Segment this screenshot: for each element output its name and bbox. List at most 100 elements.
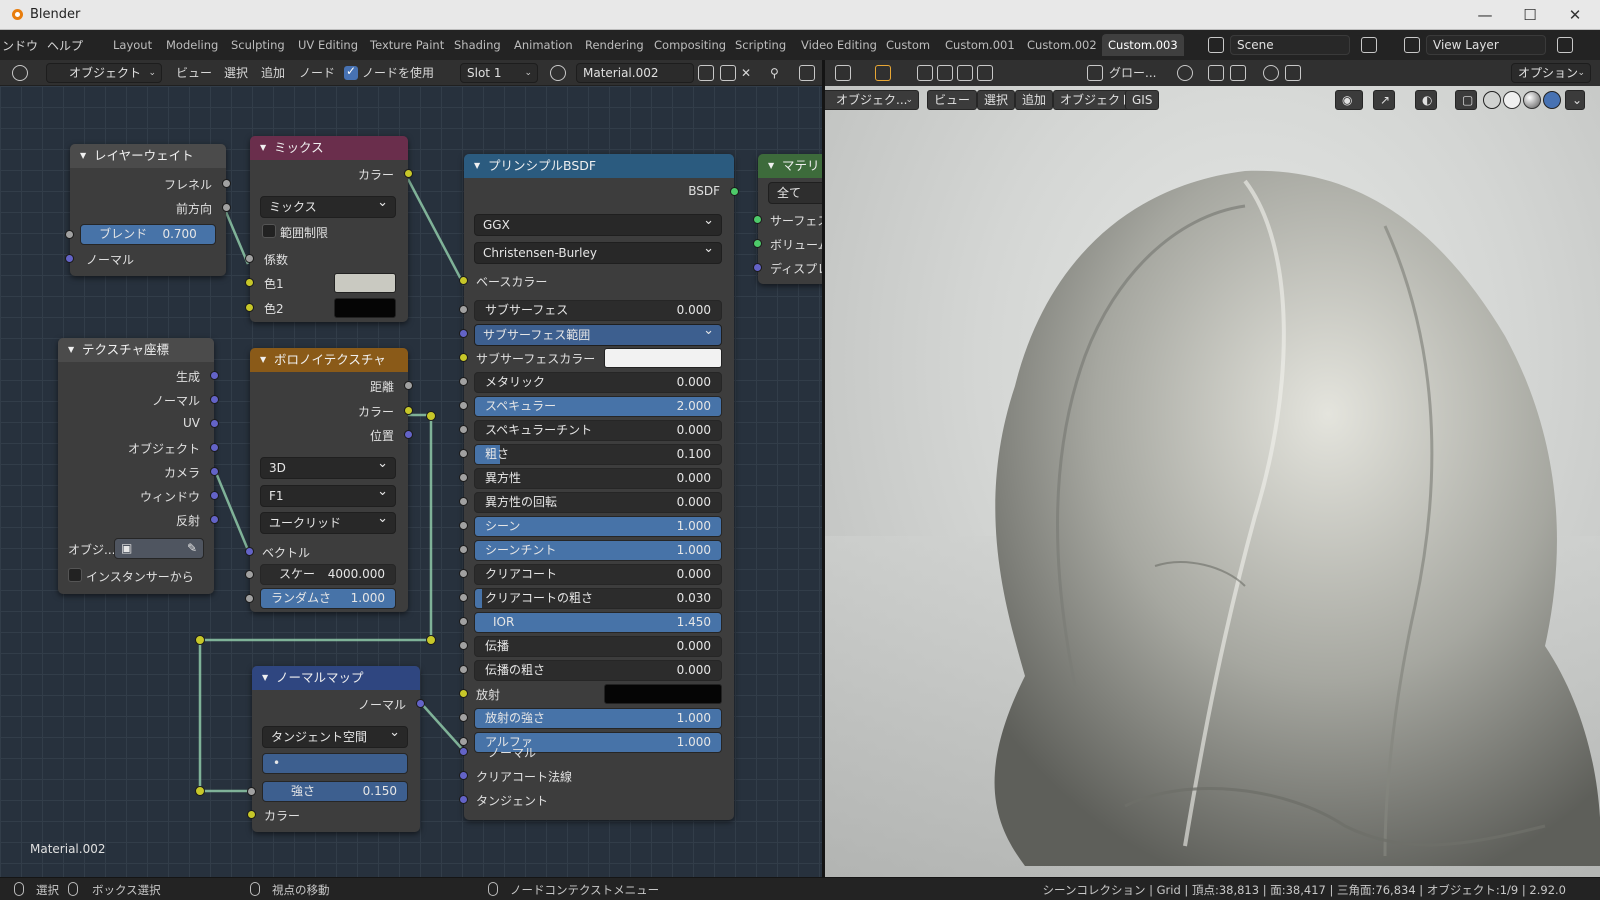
workspace-tab[interactable]: Video Editing bbox=[795, 34, 883, 56]
node-editor-canvas[interactable]: レイヤーウェイト フレネル 前方向 ブレンド 0.700 ノーマル ミックス カ… bbox=[0, 86, 822, 877]
workspace-tab-active[interactable]: Custom.003 bbox=[1102, 34, 1184, 56]
bsdf-input-socket[interactable] bbox=[459, 377, 468, 386]
viewport-menu-add[interactable]: 追加 bbox=[1015, 90, 1054, 110]
viewport-object-mode-dropdown[interactable]: オブジェク... ⌄ bbox=[825, 90, 919, 110]
bsdf-input-socket[interactable] bbox=[459, 353, 468, 362]
shading-options-chevron-icon[interactable]: ⌄ bbox=[1565, 90, 1585, 110]
bsdf-input-socket[interactable] bbox=[459, 305, 468, 314]
bsdf-input-socket[interactable] bbox=[459, 713, 468, 722]
bsdf-title[interactable]: プリンシプルBSDF bbox=[464, 154, 734, 178]
proportional-edit-icon[interactable] bbox=[1263, 65, 1279, 81]
bsdf-value-field[interactable]: シーンチント 1.000 bbox=[474, 540, 722, 561]
workspace-tab[interactable]: Custom.002 bbox=[1021, 34, 1103, 56]
bsdf-value-field[interactable]: クリアコート 0.000 bbox=[474, 564, 722, 585]
uv-map-field[interactable]: • bbox=[262, 753, 408, 774]
bsdf-value-field[interactable]: クリアコートの粗さ 0.030 bbox=[474, 588, 722, 609]
menu-node[interactable]: ノード bbox=[299, 63, 335, 83]
clamp-checkbox[interactable] bbox=[262, 224, 276, 238]
workspace-tab[interactable]: Scripting bbox=[729, 34, 792, 56]
bsdf-input-socket[interactable] bbox=[459, 641, 468, 650]
pin-icon[interactable]: ⚲ bbox=[770, 63, 779, 83]
bsdf-input-socket[interactable] bbox=[459, 497, 468, 506]
minimize-button[interactable]: — bbox=[1470, 4, 1500, 26]
workspace-tab[interactable]: Modeling bbox=[160, 34, 224, 56]
material-name-field[interactable]: Material.002 bbox=[576, 63, 694, 83]
bsdf-value-field[interactable]: サブサーフェス 0.000 bbox=[474, 300, 722, 321]
material-preview-icon[interactable] bbox=[1523, 91, 1541, 109]
duplicate-material-icon[interactable] bbox=[720, 65, 736, 81]
tex-coord-title[interactable]: テクスチャ座標 bbox=[58, 338, 214, 362]
menu-select[interactable]: 選択 bbox=[224, 63, 248, 83]
camera-socket[interactable] bbox=[210, 467, 219, 476]
parent-node-tree-icon[interactable] bbox=[799, 65, 815, 81]
workspace-tab[interactable]: UV Editing bbox=[292, 34, 364, 56]
viewport-editor-type-icon[interactable] bbox=[835, 65, 851, 81]
material-browse-icon[interactable] bbox=[550, 65, 566, 81]
xray-icon[interactable]: ▢ bbox=[1455, 90, 1477, 110]
metric-dropdown[interactable]: ユークリッド bbox=[260, 512, 396, 534]
editor-type-icon[interactable] bbox=[12, 65, 28, 81]
voronoi-color-socket[interactable] bbox=[404, 406, 413, 415]
tex-normal-socket[interactable] bbox=[210, 395, 219, 404]
overlay-icon[interactable]: ◐ bbox=[1415, 90, 1437, 110]
bsdf-value-field[interactable]: 伝播 0.000 bbox=[474, 636, 722, 657]
dimensions-dropdown[interactable]: 3D bbox=[260, 457, 396, 479]
normal-map-title[interactable]: ノーマルマップ bbox=[252, 666, 420, 690]
scale-field[interactable]: スケー 4000.000 bbox=[260, 564, 396, 585]
mix-node[interactable]: ミックス カラー ミックス 範囲制限 係数 色1 色2 bbox=[245, 136, 413, 322]
bsdf-input-socket[interactable] bbox=[459, 617, 468, 626]
blend-input-socket[interactable] bbox=[65, 230, 74, 239]
randomness-field[interactable]: ランダムさ 1.000 bbox=[260, 588, 396, 609]
space-dropdown[interactable]: タンジェント空間 bbox=[262, 726, 408, 748]
bsdf-input-socket[interactable] bbox=[459, 449, 468, 458]
material-output-title[interactable]: マテリ bbox=[758, 154, 822, 178]
target-dropdown[interactable]: 全て bbox=[768, 182, 822, 204]
bsdf-value-field[interactable]: 異方性 0.000 bbox=[474, 468, 722, 489]
randomness-socket[interactable] bbox=[245, 594, 254, 603]
new-view-layer-icon[interactable] bbox=[1557, 37, 1573, 53]
fake-user-shield-icon[interactable] bbox=[698, 65, 714, 81]
displacement-socket[interactable] bbox=[753, 263, 762, 272]
visibility-icon[interactable]: ◉ bbox=[1335, 90, 1363, 110]
bsdf-output-socket[interactable] bbox=[730, 187, 739, 196]
rendered-shading-icon[interactable] bbox=[1543, 91, 1561, 109]
workspace-tab[interactable]: Compositing bbox=[648, 34, 732, 56]
color2-swatch[interactable] bbox=[334, 298, 396, 318]
surface-socket[interactable] bbox=[753, 215, 762, 224]
bsdf-input-socket[interactable] bbox=[459, 689, 468, 698]
distribution-dropdown[interactable]: GGX bbox=[474, 214, 722, 236]
subsurface-method-dropdown[interactable]: Christensen-Burley bbox=[474, 242, 722, 264]
unlink-material-icon[interactable]: ✕ bbox=[741, 63, 751, 83]
bsdf-value-field[interactable]: 伝播の粗さ 0.000 bbox=[474, 660, 722, 681]
bsdf-value-field[interactable]: シーン 1.000 bbox=[474, 516, 722, 537]
snap-target-icon[interactable] bbox=[1230, 65, 1246, 81]
use-nodes-checkbox[interactable] bbox=[344, 64, 358, 80]
reflection-socket[interactable] bbox=[210, 515, 219, 524]
generated-socket[interactable] bbox=[210, 371, 219, 380]
menu-add[interactable]: 追加 bbox=[261, 63, 285, 83]
from-instancer-checkbox[interactable] bbox=[68, 568, 82, 582]
uv-socket[interactable] bbox=[210, 419, 219, 428]
view-layer-icon[interactable] bbox=[1404, 37, 1420, 53]
scene-field[interactable]: Scene bbox=[1230, 35, 1350, 55]
fresnel-socket[interactable] bbox=[222, 179, 231, 188]
3d-viewport[interactable]: オブジェク... ⌄ ビュー 選択 追加 オブジェクト GIS ◉ ↗ ◐ ▢ ⌄ bbox=[825, 86, 1600, 877]
bsdf-input-socket[interactable] bbox=[459, 329, 468, 338]
base-color-socket[interactable] bbox=[459, 276, 468, 285]
select-tool-icon[interactable] bbox=[875, 65, 891, 81]
bsdf-input-socket[interactable] bbox=[459, 665, 468, 674]
subsurface-color-swatch[interactable] bbox=[604, 348, 722, 368]
mix-mode-dropdown[interactable]: ミックス bbox=[260, 196, 396, 218]
bsdf-input-socket[interactable] bbox=[459, 473, 468, 482]
bsdf-input-socket[interactable] bbox=[459, 401, 468, 410]
object-mode-dropdown[interactable]: オブジェクト ⌄ bbox=[46, 63, 162, 83]
mix-color-output-socket[interactable] bbox=[404, 169, 413, 178]
object-picker-field[interactable]: ▣ ✎ bbox=[114, 538, 204, 559]
pivot-icon[interactable] bbox=[1177, 65, 1193, 81]
select-invert-icon[interactable] bbox=[977, 65, 993, 81]
color1-socket[interactable] bbox=[245, 278, 254, 287]
workspace-tab[interactable]: Texture Paint bbox=[364, 34, 450, 56]
bsdf-input-socket[interactable] bbox=[459, 593, 468, 602]
transform-orientation-dropdown[interactable]: グロー... bbox=[1109, 63, 1156, 83]
layer-weight-node[interactable]: レイヤーウェイト フレネル 前方向 ブレンド 0.700 ノーマル bbox=[65, 144, 231, 276]
